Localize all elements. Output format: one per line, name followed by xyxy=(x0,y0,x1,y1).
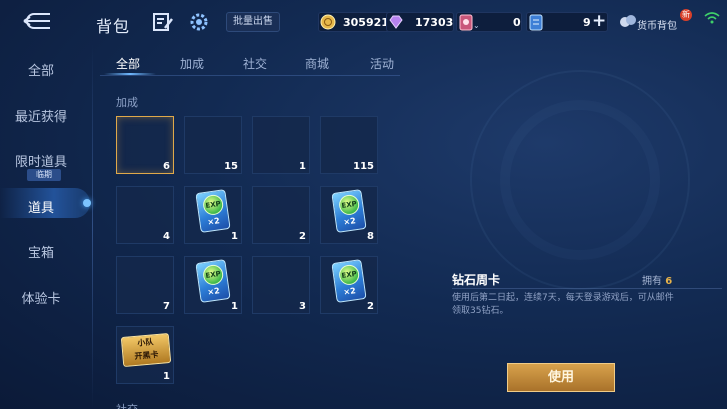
exp-orb: EXP xyxy=(201,263,225,287)
coupon-card-icon xyxy=(459,14,473,31)
coupon-amount: 0 xyxy=(513,16,521,29)
inventory-slot[interactable]: EXP ×2 2 xyxy=(320,256,378,314)
expiring-tag: 临期 xyxy=(27,169,61,181)
item-count: 7 xyxy=(163,301,170,312)
currency-bag-label[interactable]: 货币背包 xyxy=(637,17,677,32)
item-count: 1 xyxy=(299,161,306,172)
inventory-slot[interactable]: 15 xyxy=(184,116,242,174)
inventory-slot[interactable]: 3 xyxy=(252,256,310,314)
sidebar-item-all[interactable]: 全部 xyxy=(0,60,82,79)
back-arrow-icon[interactable] xyxy=(20,10,60,32)
sidebar: 全部 最近获得 限时道具 道具 宝箱 体验卡 xyxy=(0,44,92,409)
owned-label: 拥有 xyxy=(642,276,662,287)
settings-gear-icon[interactable] xyxy=(188,11,210,33)
exp-orb: EXP xyxy=(337,263,361,287)
item-count: 6 xyxy=(163,161,170,172)
exp-orb: EXP xyxy=(337,193,361,217)
tab-all[interactable]: 全部 xyxy=(116,55,140,72)
wifi-icon xyxy=(704,12,720,24)
item-count: 3 xyxy=(299,301,306,312)
item-count: 1 xyxy=(163,371,170,382)
owned-count: 拥有 6 xyxy=(642,272,672,287)
gold-amount: 305921 xyxy=(343,16,389,29)
sidebar-item-chest[interactable]: 宝箱 xyxy=(0,242,82,261)
tab-social[interactable]: 社交 xyxy=(243,55,267,72)
ticket-amount: 9 xyxy=(583,16,591,29)
use-button[interactable]: 使用 xyxy=(507,363,615,392)
exp-card-icon: EXP ×2 xyxy=(331,259,367,303)
item-count: 1 xyxy=(231,231,238,242)
sidebar-divider xyxy=(92,44,93,409)
sidebar-item-props[interactable]: 道具 xyxy=(0,197,82,216)
inventory-slot[interactable]: 6 xyxy=(116,116,174,174)
ticket-card-icon xyxy=(529,14,543,31)
inventory-slot[interactable]: EXP ×2 1 xyxy=(184,256,242,314)
exp-card-icon: EXP ×2 xyxy=(195,189,231,233)
inventory-slot[interactable]: 小队 开黑卡 1 xyxy=(116,326,174,384)
exp-card-icon: EXP ×2 xyxy=(195,259,231,303)
item-count: 115 xyxy=(353,161,374,172)
exp-multiplier: ×2 xyxy=(206,286,221,297)
item-description: 使用后第二日起，连续7天，每天登录游戏后，可从邮件领取35钻石。 xyxy=(452,293,674,316)
inventory-slot[interactable]: 4 xyxy=(116,186,174,244)
tab-divider xyxy=(100,75,400,76)
tab-boost[interactable]: 加成 xyxy=(180,55,204,72)
item-count: 2 xyxy=(299,231,306,242)
exp-card-icon: EXP ×2 xyxy=(331,189,367,233)
ticket-currency: 9 + xyxy=(526,11,608,32)
inventory-slot[interactable]: 1 xyxy=(252,116,310,174)
exp-multiplier: ×2 xyxy=(206,216,221,227)
page-title: 背包 xyxy=(96,17,131,36)
section-label-social: 社交 xyxy=(116,401,138,409)
add-plus-icon[interactable]: + xyxy=(592,11,606,31)
item-count: 15 xyxy=(224,161,238,172)
section-label-boost: 加成 xyxy=(116,96,138,109)
sidebar-item-limited[interactable]: 限时道具 xyxy=(0,151,82,170)
exp-orb: EXP xyxy=(201,193,225,217)
detail-divider xyxy=(452,288,722,289)
currency-bag-icon[interactable] xyxy=(619,13,637,29)
inventory-slot[interactable]: 7 xyxy=(116,256,174,314)
owned-value: 6 xyxy=(665,276,673,287)
tab-mall[interactable]: 商城 xyxy=(305,55,329,72)
active-indicator-dot xyxy=(83,199,91,207)
chevron-down-icon: ⌄ xyxy=(473,21,480,30)
coupon-currency: ⌄ 0 xyxy=(456,12,522,32)
new-badge: 新 xyxy=(680,9,692,21)
item-name: 钻石周卡 xyxy=(452,273,501,287)
tab-event[interactable]: 活动 xyxy=(370,55,394,72)
edit-list-icon[interactable] xyxy=(152,11,174,33)
gold-coin-icon xyxy=(320,14,336,30)
sidebar-item-trial-card[interactable]: 体验卡 xyxy=(0,288,82,307)
diamond-currency: 17303 xyxy=(386,12,454,32)
diamond-icon xyxy=(389,15,403,29)
inventory-slot[interactable]: EXP ×2 8 xyxy=(320,186,378,244)
team-card-line2: 开黑卡 xyxy=(134,349,159,362)
exp-multiplier: ×2 xyxy=(342,286,357,297)
active-tab-underline xyxy=(104,73,156,75)
inventory-slot[interactable]: EXP ×2 1 xyxy=(184,186,242,244)
top-bar: 背包 批量出售 305921 17303 ⌄ 0 9 + 货币背包 新 xyxy=(0,0,727,44)
inventory-slot[interactable]: 2 xyxy=(252,186,310,244)
item-count: 1 xyxy=(231,301,238,312)
batch-sell-button[interactable]: 批量出售 xyxy=(226,12,280,32)
sidebar-item-recent[interactable]: 最近获得 xyxy=(0,106,82,125)
item-count: 2 xyxy=(367,301,374,312)
item-count: 4 xyxy=(163,231,170,242)
background-decoration xyxy=(500,100,660,260)
item-count: 8 xyxy=(367,231,374,242)
diamond-amount: 17303 xyxy=(415,16,454,29)
team-card-icon: 小队 开黑卡 xyxy=(120,332,172,368)
inventory-slot[interactable]: 115 xyxy=(320,116,378,174)
exp-multiplier: ×2 xyxy=(342,216,357,227)
